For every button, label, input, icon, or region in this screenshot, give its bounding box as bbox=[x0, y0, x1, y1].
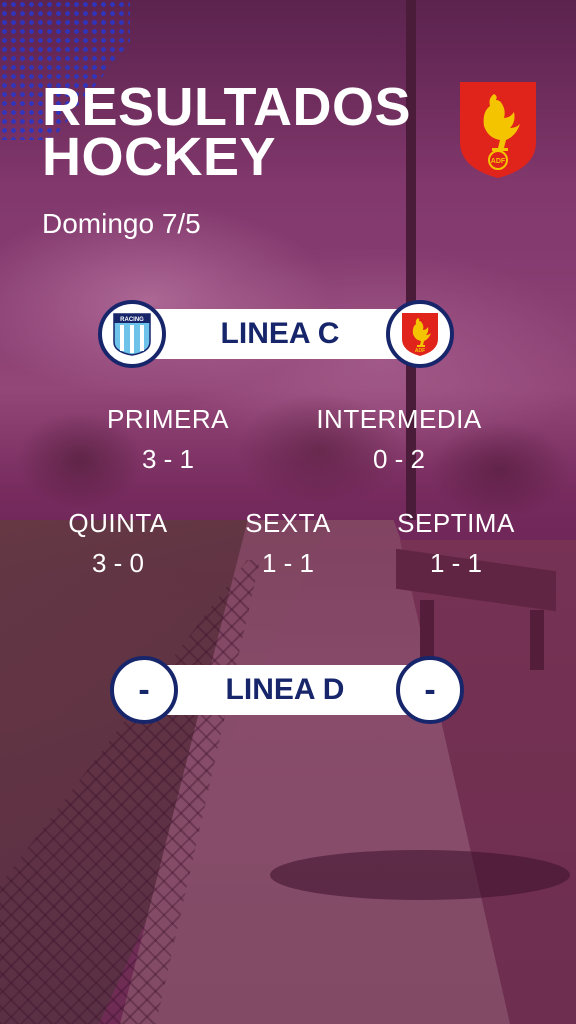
placeholder-dash: - bbox=[424, 670, 436, 709]
result-intermedia: INTERMEDIA 0 - 2 bbox=[304, 404, 494, 474]
category-label: SEPTIMA bbox=[397, 508, 515, 538]
category-label: SEXTA bbox=[245, 508, 331, 538]
result-septima: SEPTIMA 1 - 1 bbox=[386, 508, 526, 578]
linea-d-left-badge: - bbox=[110, 656, 178, 724]
result-primera: PRIMERA 3 - 1 bbox=[98, 404, 238, 474]
result-sexta: SEXTA 1 - 1 bbox=[218, 508, 358, 578]
category-label: PRIMERA bbox=[107, 404, 229, 434]
home-badge: ADF bbox=[386, 300, 454, 368]
linea-d-label: LINEA D bbox=[225, 673, 345, 706]
category-label: QUINTA bbox=[68, 508, 168, 538]
opponent-badge: RACING bbox=[98, 300, 166, 368]
linea-d-right-badge: - bbox=[396, 656, 464, 724]
score-value: 1 - 1 bbox=[261, 548, 315, 578]
score-value: 3 - 1 bbox=[141, 444, 195, 474]
score-value: 0 - 2 bbox=[372, 444, 426, 474]
title-line-1: RESULTADOS bbox=[42, 77, 411, 137]
page-title: RESULTADOS HOCKEY bbox=[42, 77, 411, 187]
match-date: Domingo 7/5 bbox=[42, 208, 201, 239]
opponent-logo-text: RACING bbox=[120, 317, 144, 323]
rooster-shield-icon: ADF bbox=[402, 313, 438, 356]
club-logo-text: ADF bbox=[491, 158, 506, 165]
linea-c-label: LINEA C bbox=[220, 317, 340, 350]
racing-club-icon: RACING bbox=[113, 313, 151, 356]
category-label: INTERMEDIA bbox=[316, 404, 482, 434]
title-line-2: HOCKEY bbox=[42, 127, 277, 187]
placeholder-dash: - bbox=[138, 670, 150, 709]
score-value: 1 - 1 bbox=[429, 548, 483, 578]
score-value: 3 - 0 bbox=[91, 548, 145, 578]
home-logo-text: ADF bbox=[415, 348, 425, 354]
result-quinta: QUINTA 3 - 0 bbox=[48, 508, 188, 578]
rooster-shield-icon: ADF bbox=[460, 82, 536, 178]
